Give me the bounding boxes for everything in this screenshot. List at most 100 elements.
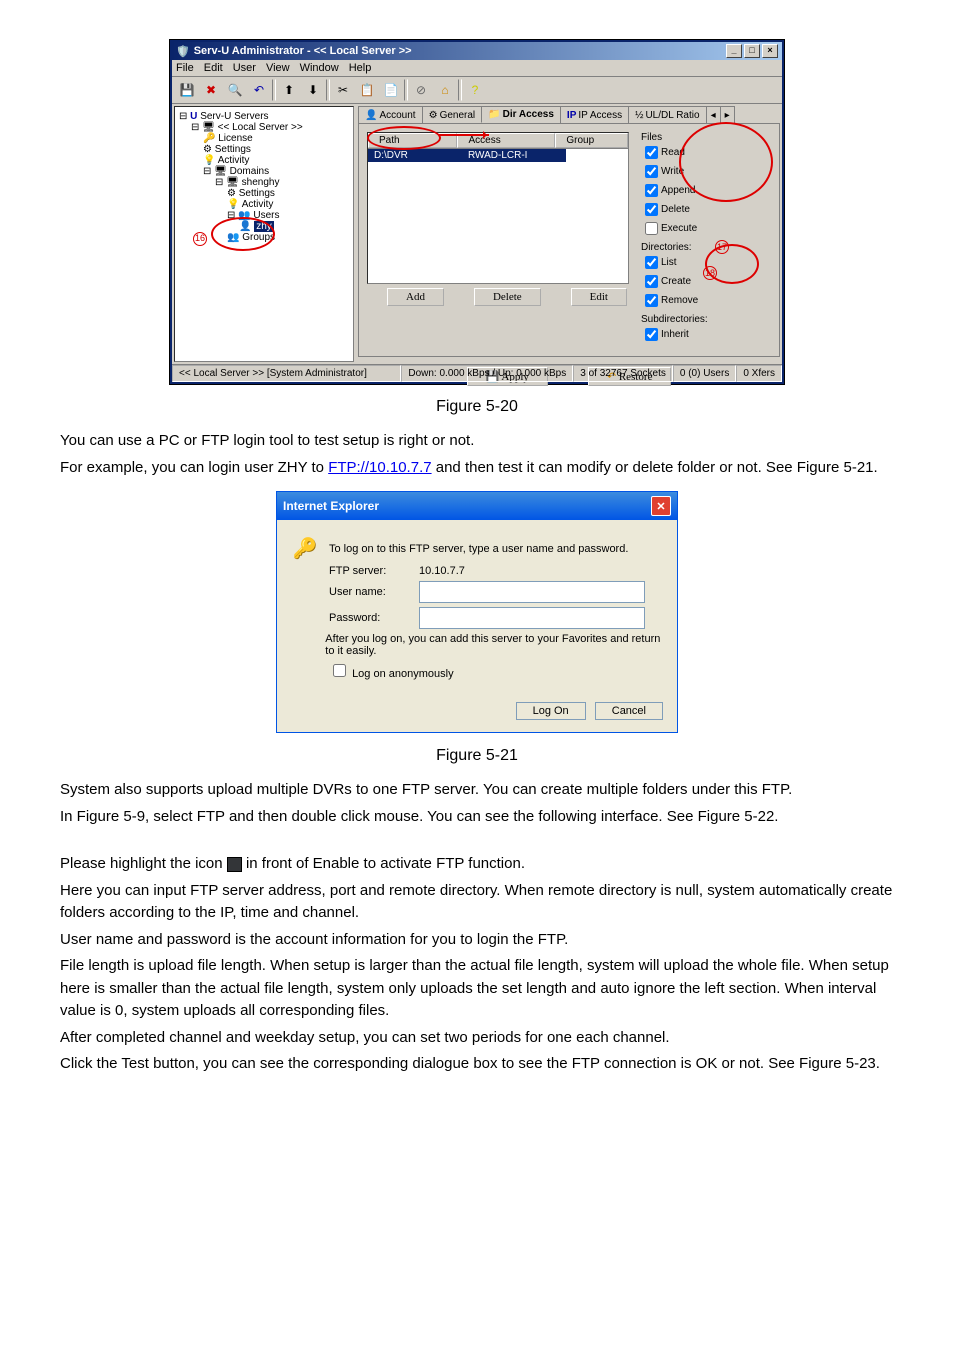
menu-file[interactable]: File <box>176 62 194 74</box>
status-bar: << Local Server >> [System Administrator… <box>172 364 782 382</box>
delete-button[interactable]: Delete <box>474 288 541 306</box>
password-label: Password: <box>329 612 409 624</box>
tree-users[interactable]: ⊟ 👥 Users <box>179 210 349 221</box>
logon-button[interactable]: Log On <box>516 702 586 720</box>
ftp-link[interactable]: FTP://10.10.7.7 <box>328 459 431 476</box>
body-text: Here you can input FTP server address, p… <box>60 880 894 925</box>
separator <box>326 79 330 101</box>
favorites-hint: After you log on, you can add this serve… <box>325 633 663 657</box>
tab-account[interactable]: 👤 Account <box>358 106 423 123</box>
menu-help[interactable]: Help <box>349 62 372 74</box>
tabs: 👤 Account ⚙ General 📁 Dir Access IP IP A… <box>358 106 780 123</box>
chk-write[interactable]: Write <box>641 162 708 181</box>
servu-window: 🛡️ Serv-U Administrator - << Local Serve… <box>170 40 784 384</box>
status-left: << Local Server >> [System Administrator… <box>172 365 401 382</box>
tree-activity[interactable]: 💡 Activity <box>179 155 349 166</box>
titlebar: Internet Explorer ✕ <box>277 492 677 520</box>
tab-general[interactable]: ⚙ General <box>422 106 483 123</box>
body-text: Click the Test button, you can see the c… <box>60 1053 894 1076</box>
menu-user[interactable]: User <box>233 62 256 74</box>
paste-icon[interactable]: 📄 <box>380 79 402 101</box>
tree-license[interactable]: 🔑 License <box>179 133 349 144</box>
status-sockets: 3 of 32767 Sockets <box>573 365 673 382</box>
menubar: File Edit User View Window Help <box>172 60 782 77</box>
ftp-server-value: 10.10.7.7 <box>419 565 465 577</box>
body-text: After completed channel and weekday setu… <box>60 1027 894 1050</box>
tree-panel[interactable]: ⊟ U Serv-U Servers ⊟ 🖥 << Local Server >… <box>174 106 354 362</box>
chk-execute[interactable]: Execute <box>641 219 708 238</box>
chk-list[interactable]: List <box>641 253 708 272</box>
add-button[interactable]: Add <box>387 288 444 306</box>
enable-icon <box>227 857 242 872</box>
status-users: 0 (0) Users <box>673 365 736 382</box>
help-icon[interactable]: ? <box>464 79 486 101</box>
minimize-button[interactable]: _ <box>726 44 742 58</box>
find-icon[interactable]: 🔍 <box>224 79 246 101</box>
body-text: System also supports upload multiple DVR… <box>60 779 894 802</box>
tree-user-zhy[interactable]: 👤 zhy <box>179 221 349 232</box>
save-icon[interactable]: 💾 <box>176 79 198 101</box>
menu-window[interactable]: Window <box>300 62 339 74</box>
tab-ip-access[interactable]: IP IP Access <box>560 106 629 123</box>
edit-button[interactable]: Edit <box>571 288 627 306</box>
tab-scroll-left[interactable]: ◂ <box>706 106 721 123</box>
annotation-callout-16: 16 <box>193 232 207 246</box>
annotation-callout-17: 17 <box>715 240 729 254</box>
ftp-server-label: FTP server: <box>329 565 409 577</box>
password-input[interactable] <box>419 607 645 629</box>
dir-access-list[interactable]: Path Access Group D:\DVR RWAD-LCR-I <box>367 132 629 284</box>
tree-domain-activity[interactable]: 💡 Activity <box>179 199 349 210</box>
annotation-callout-18: 18 <box>703 266 717 280</box>
cut-icon[interactable]: ✂ <box>332 79 354 101</box>
toolbar: 💾 ✖ 🔍 ↶ ⬆ ⬇ ✂ 📋 📄 ⊘ ⌂ ? <box>172 77 782 104</box>
files-label: Files <box>641 132 708 143</box>
cell-path: D:\DVR <box>368 149 462 162</box>
tab-dir-access[interactable]: 📁 Dir Access <box>481 106 561 123</box>
tree-root[interactable]: ⊟ U Serv-U Servers <box>179 111 349 122</box>
tree-domains[interactable]: ⊟ 🖥 Domains <box>179 166 349 177</box>
stop-icon[interactable]: ⊘ <box>410 79 432 101</box>
cancel-button[interactable]: Cancel <box>595 702 663 720</box>
chk-inherit[interactable]: Inherit <box>641 325 708 344</box>
tree-domain-shenghy[interactable]: ⊟ 🖥 shenghy <box>179 177 349 188</box>
close-button[interactable]: ✕ <box>651 496 671 516</box>
body-text: In Figure 5-9, select FTP and then doubl… <box>60 806 894 829</box>
status-xfers: 0 Xfers <box>736 365 782 382</box>
copy-icon[interactable]: 📋 <box>356 79 378 101</box>
chk-create[interactable]: Create <box>641 272 708 291</box>
tree-local-server[interactable]: ⊟ 🖥 << Local Server >> <box>179 122 349 133</box>
tree-settings[interactable]: ⚙ Settings <box>179 144 349 155</box>
body-text: File length is upload file length. When … <box>60 955 894 1023</box>
delete-icon[interactable]: ✖ <box>200 79 222 101</box>
home-icon[interactable]: ⌂ <box>434 79 456 101</box>
chk-append[interactable]: Append <box>641 181 708 200</box>
username-input[interactable] <box>419 581 645 603</box>
menu-view[interactable]: View <box>266 62 290 74</box>
chk-remove[interactable]: Remove <box>641 291 708 310</box>
chk-read[interactable]: Read <box>641 143 708 162</box>
login-message: To log on to this FTP server, type a use… <box>329 543 628 555</box>
menu-edit[interactable]: Edit <box>204 62 223 74</box>
window-title: Internet Explorer <box>283 499 379 513</box>
annotation-arrow <box>439 134 489 136</box>
body-text: User name and password is the account in… <box>60 929 894 952</box>
maximize-button[interactable]: □ <box>744 44 760 58</box>
key-icon: 🔑 <box>291 536 319 561</box>
ie-login-dialog: Internet Explorer ✕ 🔑 To log on to this … <box>276 491 678 733</box>
up-icon[interactable]: ⬆ <box>278 79 300 101</box>
col-group[interactable]: Group <box>555 133 628 148</box>
chk-delete[interactable]: Delete <box>641 200 708 219</box>
figure-5-21-caption: Figure 5-21 <box>60 747 894 765</box>
close-button[interactable]: × <box>762 44 778 58</box>
status-bandwidth: Down: 0.000 kBps / Up: 0.000 kBps <box>401 365 573 382</box>
down-icon[interactable]: ⬇ <box>302 79 324 101</box>
undo-icon[interactable]: ↶ <box>248 79 270 101</box>
tab-ratio[interactable]: ½ UL/DL Ratio <box>628 106 706 123</box>
tree-domain-settings[interactable]: ⚙ Settings <box>179 188 349 199</box>
separator <box>404 79 408 101</box>
subdir-label: Subdirectories: <box>641 314 708 325</box>
table-row[interactable]: D:\DVR RWAD-LCR-I <box>368 149 628 162</box>
anonymous-checkbox[interactable]: Log on anonymously <box>329 661 454 680</box>
tab-scroll-right[interactable]: ▸ <box>720 106 735 123</box>
titlebar: 🛡️ Serv-U Administrator - << Local Serve… <box>172 42 782 60</box>
